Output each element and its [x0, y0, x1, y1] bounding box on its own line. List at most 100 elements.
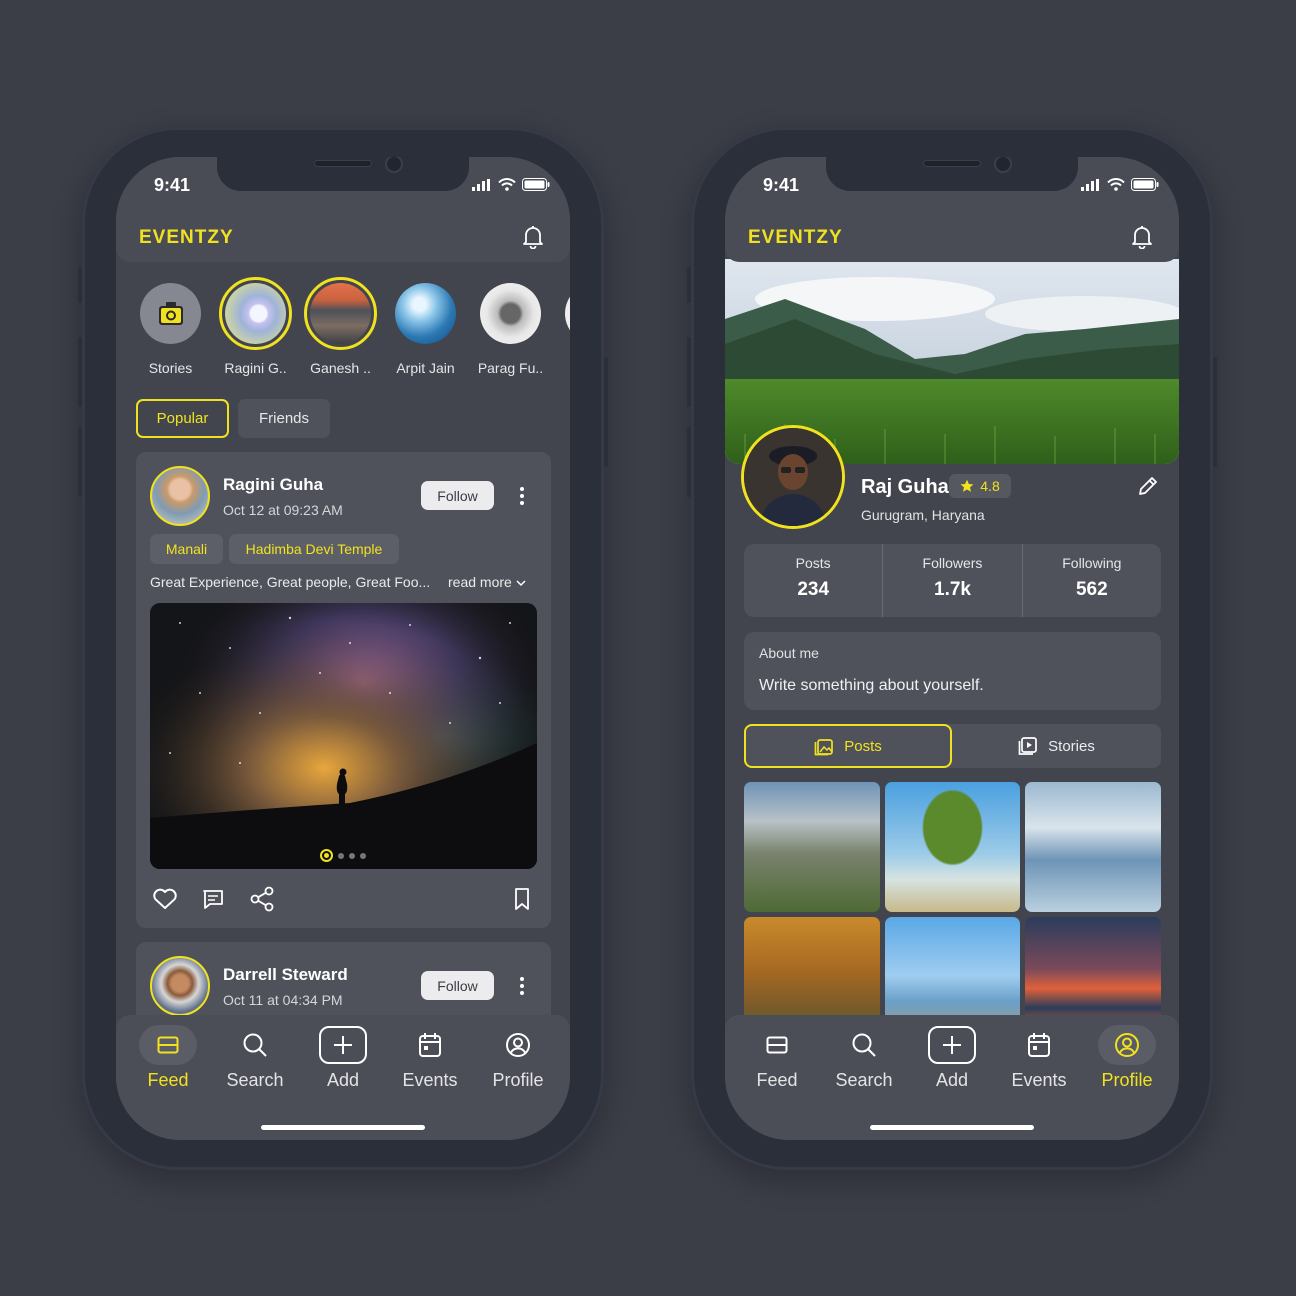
carousel-dot[interactable] [360, 852, 366, 859]
story-item[interactable]: Arpit Jain [389, 277, 462, 376]
story-add[interactable]: Stories [134, 277, 207, 376]
notch [217, 157, 469, 191]
nav-add[interactable]: Add [303, 1025, 383, 1091]
stat-value: 1.7k [934, 579, 971, 600]
bookmark-icon[interactable] [514, 887, 530, 911]
nav-add-label: Add [326, 1070, 360, 1090]
power-button [604, 357, 608, 467]
home-indicator[interactable] [870, 1125, 1034, 1130]
share-icon[interactable] [249, 886, 275, 912]
profile-icon [478, 1025, 558, 1065]
app-logo: EVENTZY [139, 227, 234, 248]
tab-stories-label: Stories [1048, 737, 1095, 755]
gallery-icon [814, 739, 834, 756]
story-item[interactable]: Parag Fu.. [474, 277, 547, 376]
battery-icon [1131, 178, 1159, 191]
story-item[interactable] [559, 277, 570, 376]
profile-photo [744, 428, 842, 526]
video-play-icon [1018, 737, 1038, 755]
story-avatar [225, 283, 286, 344]
profile-stats: Posts 234 Followers 1.7k Following 562 [744, 544, 1161, 617]
posts-grid [744, 782, 1161, 1047]
volume-up-button [78, 337, 82, 407]
rating-value: 4.8 [980, 478, 1000, 494]
nav-add-label: Add [935, 1070, 969, 1090]
mute-switch [78, 267, 82, 303]
add-icon [303, 1025, 383, 1065]
story-avatar [395, 283, 456, 344]
post-tag[interactable]: Manali [150, 534, 223, 564]
battery-icon [522, 178, 550, 191]
status-time: 9:41 [154, 175, 191, 195]
story-label: Arpit Jain [396, 360, 455, 376]
grid-photo[interactable] [744, 782, 880, 912]
nav-search-label: Search [226, 1070, 284, 1090]
filter-popular[interactable]: Popular [136, 399, 229, 438]
stat-followers[interactable]: Followers 1.7k [883, 544, 1023, 617]
post-author-avatar[interactable] [150, 956, 210, 1016]
calendar-icon [999, 1025, 1079, 1065]
notification-bell-icon[interactable] [522, 225, 544, 249]
tab-posts[interactable]: Posts [744, 724, 952, 768]
nav-search[interactable]: Search [824, 1025, 904, 1091]
signal-icon [472, 178, 490, 191]
stat-label: Posts [795, 555, 831, 571]
rating-badge: 4.8 [949, 474, 1011, 498]
nav-profile-label: Profile [1101, 1070, 1153, 1090]
read-more-link[interactable]: read more [448, 574, 526, 590]
read-more-label: read more [448, 574, 512, 590]
nav-events[interactable]: Events [390, 1025, 470, 1091]
wifi-icon [498, 178, 516, 191]
nav-search[interactable]: Search [215, 1025, 295, 1091]
more-options-icon[interactable] [519, 486, 525, 506]
post-image[interactable] [150, 603, 537, 869]
comment-icon[interactable] [201, 888, 225, 911]
carousel-dot[interactable] [338, 852, 344, 859]
story-item[interactable]: Ganesh .. [304, 277, 377, 376]
story-avatar [310, 283, 371, 344]
nav-events-label: Events [402, 1070, 458, 1090]
carousel-dot-active[interactable] [320, 849, 333, 862]
nav-feed[interactable]: Feed [128, 1025, 208, 1091]
story-avatar [565, 283, 570, 344]
about-section[interactable]: About me Write something about yourself. [744, 632, 1161, 710]
grid-photo[interactable] [884, 782, 1021, 912]
post-card: Ragini Guha Oct 12 at 09:23 AM Follow Ma… [136, 452, 551, 928]
stat-posts[interactable]: Posts 234 [744, 544, 884, 617]
post-author-avatar[interactable] [150, 466, 210, 526]
post-date: Oct 11 at 04:34 PM [223, 992, 343, 1008]
volume-up-button [687, 337, 691, 407]
carousel-dot[interactable] [349, 852, 355, 859]
profile-avatar[interactable] [741, 425, 845, 529]
feed-icon [139, 1025, 197, 1065]
follow-button[interactable]: Follow [421, 481, 494, 510]
follow-button[interactable]: Follow [421, 971, 494, 1000]
more-options-icon[interactable] [519, 976, 525, 996]
nav-profile[interactable]: Profile [1087, 1025, 1167, 1091]
volume-down-button [687, 427, 691, 497]
nav-add[interactable]: Add [912, 1025, 992, 1091]
filter-friends[interactable]: Friends [238, 399, 330, 438]
post-author-name[interactable]: Darrell Steward [223, 965, 348, 985]
nav-events[interactable]: Events [999, 1025, 1079, 1091]
nav-search-label: Search [835, 1070, 893, 1090]
story-item[interactable]: Ragini G.. [219, 277, 292, 376]
notification-bell-icon[interactable] [1131, 225, 1153, 249]
galaxy-photo [150, 603, 537, 869]
stat-following[interactable]: Following 562 [1023, 544, 1161, 617]
post-author-name[interactable]: Ragini Guha [223, 475, 323, 495]
app-logo: EVENTZY [748, 227, 843, 248]
story-avatar [480, 283, 541, 344]
like-heart-icon[interactable] [152, 887, 178, 911]
story-label: Parag Fu.. [477, 360, 544, 376]
feed-icon [737, 1025, 817, 1065]
grid-photo[interactable] [1025, 782, 1161, 912]
nav-feed[interactable]: Feed [737, 1025, 817, 1091]
nav-profile[interactable]: Profile [478, 1025, 558, 1091]
phone-profile: 9:41 EVENTZY Raj Guha 4.8 Gurugram, Hary… [687, 127, 1217, 1170]
post-tag[interactable]: Hadimba Devi Temple [229, 534, 399, 564]
profile-screen: 9:41 EVENTZY Raj Guha 4.8 Gurugram, Hary… [725, 157, 1179, 1140]
tab-stories[interactable]: Stories [952, 724, 1161, 768]
home-indicator[interactable] [261, 1125, 425, 1130]
edit-pencil-icon[interactable] [1137, 475, 1159, 497]
